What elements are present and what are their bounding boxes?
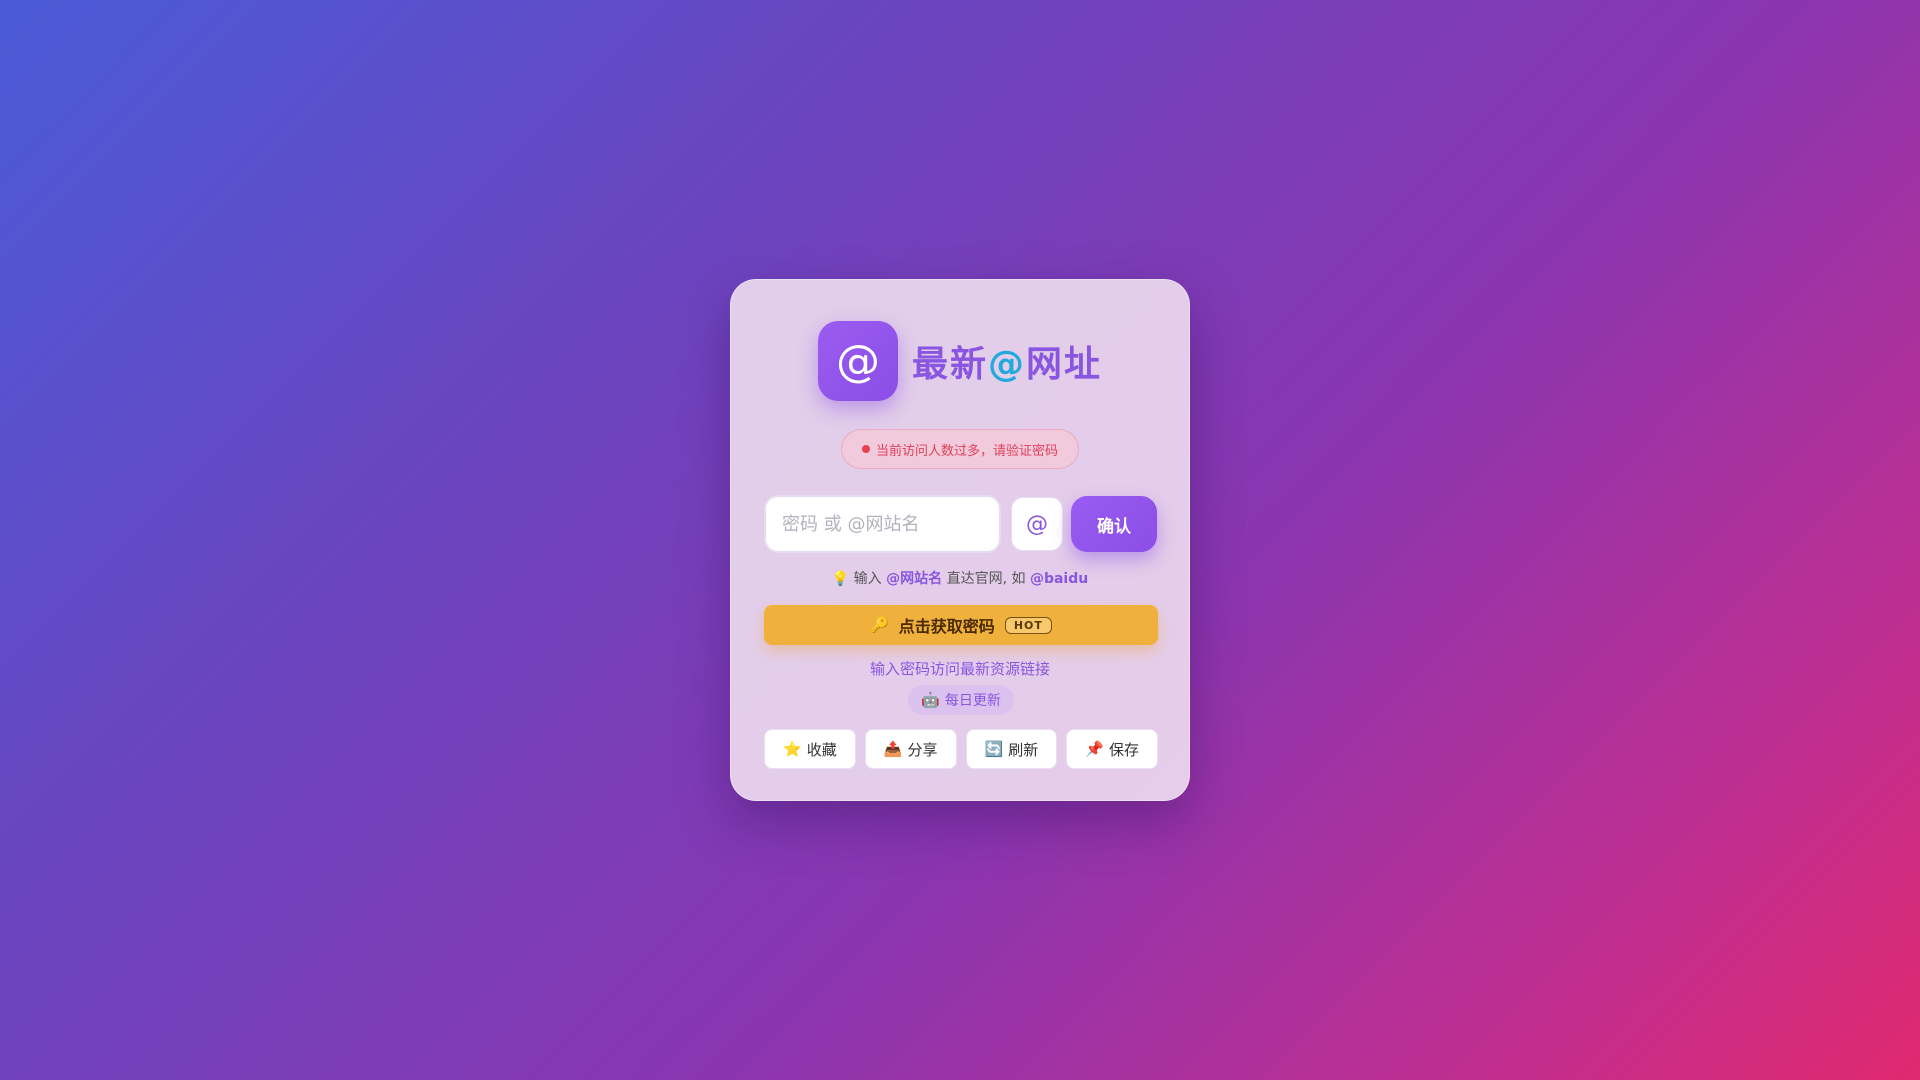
pushpin-icon: 📌 (1085, 740, 1104, 758)
login-card: @ 最新@网址 当前访问人数过多，请验证密码 @ 确认 💡 输入 @网站名 直达… (730, 279, 1190, 801)
share-label: 分享 (907, 740, 938, 759)
outbox-icon: 📤 (883, 740, 903, 758)
tip-example: @baidu (1029, 571, 1089, 587)
alert-dot-icon (861, 445, 870, 453)
tip-keyword: @网站名 (886, 571, 943, 587)
password-form: @ 确认 (764, 495, 1158, 553)
brand-title-part3: 网址 (1026, 344, 1103, 385)
brand-title-part2: @ (988, 344, 1026, 385)
robot-icon: 🤖 (921, 691, 940, 709)
share-button[interactable]: 📤 分享 (864, 729, 957, 769)
lightbulb-icon: 💡 (831, 571, 850, 587)
refresh-button[interactable]: 🔄 刷新 (965, 729, 1058, 769)
get-password-label: 点击获取密码 (898, 617, 995, 636)
refresh-label: 刷新 (1008, 740, 1039, 759)
daily-update-label: 每日更新 (944, 693, 1001, 709)
at-button[interactable]: @ (1011, 497, 1063, 551)
password-input[interactable] (764, 495, 1001, 553)
brand-header: @ 最新@网址 (731, 321, 1189, 401)
favorite-button[interactable]: ⭐ 收藏 (764, 729, 856, 769)
tip-middle: 直达官网, 如 (946, 571, 1026, 587)
favorite-label: 收藏 (806, 740, 837, 759)
key-icon: 🔑 (870, 616, 889, 634)
alert-text: 当前访问人数过多，请验证密码 (875, 443, 1058, 459)
brand-title: 最新@网址 (912, 335, 1102, 387)
save-button[interactable]: 📌 保存 (1066, 729, 1158, 769)
tip-prefix: 输入 (853, 571, 882, 587)
confirm-button[interactable]: 确认 (1071, 496, 1157, 552)
refresh-icon: 🔄 (984, 740, 1004, 758)
at-logo-icon: @ (817, 321, 898, 401)
input-tip: 💡 输入 @网站名 直达官网, 如 @baidu (731, 568, 1189, 588)
logo-symbol: @ (835, 335, 880, 387)
action-bar: ⭐ 收藏 📤 分享 🔄 刷新 📌 保存 (764, 729, 1158, 769)
get-password-button[interactable]: 🔑 点击获取密码 HOT (764, 605, 1158, 645)
brand-title-part1: 最新 (911, 344, 988, 385)
daily-update-badge: 🤖 每日更新 (908, 685, 1014, 715)
status-alert: 当前访问人数过多，请验证密码 (841, 429, 1079, 469)
save-label: 保存 (1108, 740, 1139, 759)
confirm-button-label: 确认 (1097, 516, 1131, 537)
subtitle: 输入密码访问最新资源链接 (869, 660, 1050, 678)
at-button-label: @ (1026, 511, 1048, 537)
star-icon: ⭐ (783, 740, 802, 758)
hot-badge: HOT (1004, 616, 1052, 634)
